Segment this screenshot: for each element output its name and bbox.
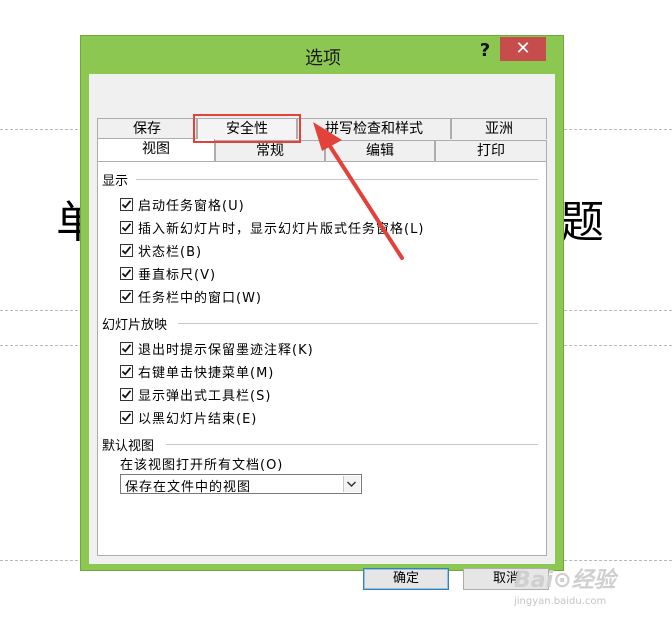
checkbox-label: 启动任务窗格(U) xyxy=(138,198,245,214)
tab-view[interactable]: 视图 xyxy=(97,138,215,161)
checkbox[interactable] xyxy=(120,387,133,401)
checkmark-icon xyxy=(121,291,132,301)
checkbox-row[interactable]: 退出时提示保留墨迹注释(K) xyxy=(120,339,314,358)
close-button[interactable]: ✕ xyxy=(500,37,546,61)
group-title-show: 显示 xyxy=(102,174,129,189)
chevron-down-icon[interactable] xyxy=(343,476,360,492)
group-divider xyxy=(178,323,538,324)
checkbox-row[interactable]: 显示弹出式工具栏(S) xyxy=(120,385,272,404)
tab-print[interactable]: 打印 xyxy=(435,140,547,161)
checkbox[interactable] xyxy=(120,364,133,378)
tab-edit[interactable]: 编辑 xyxy=(325,140,435,161)
checkbox[interactable] xyxy=(120,410,133,424)
group-divider xyxy=(166,444,538,445)
checkmark-icon xyxy=(121,245,132,255)
group-divider xyxy=(136,179,538,180)
checkmark-icon xyxy=(121,268,132,278)
checkmark-icon xyxy=(121,412,132,422)
help-button[interactable]: ? xyxy=(473,38,497,64)
baidu-jingyan-watermark: Bai⊙经验 jingyan.baidu.com xyxy=(514,562,654,608)
view-tab-panel: 显示 启动任务窗格(U) 插入新幻灯片时，显示幻灯片版式任务窗格(L) 状态栏(… xyxy=(97,161,547,556)
checkbox-label: 右键单击快捷菜单(M) xyxy=(138,365,275,381)
checkbox-label: 状态栏(B) xyxy=(138,244,203,260)
checkbox[interactable] xyxy=(120,197,133,211)
checkbox-row[interactable]: 右键单击快捷菜单(M) xyxy=(120,362,275,381)
options-dialog: 选项 ? ✕ 保存 安全性 拼写检查和样式 亚洲 视图 常规 编辑 打印 显示 … xyxy=(80,35,564,590)
checkbox-row[interactable]: 状态栏(B) xyxy=(120,241,203,260)
checkbox[interactable] xyxy=(120,243,133,257)
watermark-url: jingyan.baidu.com xyxy=(514,596,607,607)
tab-save[interactable]: 保存 xyxy=(97,118,197,139)
tab-general[interactable]: 常规 xyxy=(215,140,325,161)
group-title-slideshow: 幻灯片放映 xyxy=(102,318,168,333)
close-icon: ✕ xyxy=(515,38,531,59)
checkbox[interactable] xyxy=(120,289,133,303)
checkbox-label: 垂直标尺(V) xyxy=(138,267,217,283)
checkmark-icon xyxy=(121,222,132,232)
watermark-logo: Bai⊙经验 xyxy=(514,568,616,593)
checkbox[interactable] xyxy=(120,266,133,280)
checkbox-label: 以黑幻灯片结束(E) xyxy=(138,411,258,427)
checkmark-icon xyxy=(121,343,132,353)
tab-asian[interactable]: 亚洲 xyxy=(451,118,547,139)
checkbox-label: 任务栏中的窗口(W) xyxy=(138,290,262,306)
tab-spelling-style[interactable]: 拼写检查和样式 xyxy=(297,118,451,139)
dialog-client-area: 保存 安全性 拼写检查和样式 亚洲 视图 常规 编辑 打印 显示 启动任务窗格(… xyxy=(89,74,555,590)
checkbox-row[interactable]: 插入新幻灯片时，显示幻灯片版式任务窗格(L) xyxy=(120,218,425,237)
checkmark-icon xyxy=(121,366,132,376)
checkbox-row[interactable]: 启动任务窗格(U) xyxy=(120,195,245,214)
group-title-default-view: 默认视图 xyxy=(102,439,155,454)
checkbox-row[interactable]: 垂直标尺(V) xyxy=(120,264,217,283)
default-view-label: 在该视图打开所有文档(O) xyxy=(120,458,284,473)
default-view-select[interactable]: 保存在文件中的视图 xyxy=(120,474,362,495)
checkmark-icon xyxy=(121,199,132,209)
checkbox-row[interactable]: 任务栏中的窗口(W) xyxy=(120,287,262,306)
checkbox[interactable] xyxy=(120,220,133,234)
checkmark-icon xyxy=(121,389,132,399)
tab-security[interactable]: 安全性 xyxy=(193,114,301,143)
checkbox-label: 显示弹出式工具栏(S) xyxy=(138,388,272,404)
checkbox-label: 退出时提示保留墨迹注释(K) xyxy=(138,342,314,358)
slide-title-fragment-right: 题 xyxy=(560,197,604,248)
ok-button[interactable]: 确定 xyxy=(363,568,449,590)
default-view-value: 保存在文件中的视图 xyxy=(125,480,252,495)
checkbox-row[interactable]: 以黑幻灯片结束(E) xyxy=(120,408,258,427)
checkbox-label: 插入新幻灯片时，显示幻灯片版式任务窗格(L) xyxy=(138,221,425,237)
slide-title-fragment-left: 单 xyxy=(56,197,82,248)
checkbox[interactable] xyxy=(120,341,133,355)
